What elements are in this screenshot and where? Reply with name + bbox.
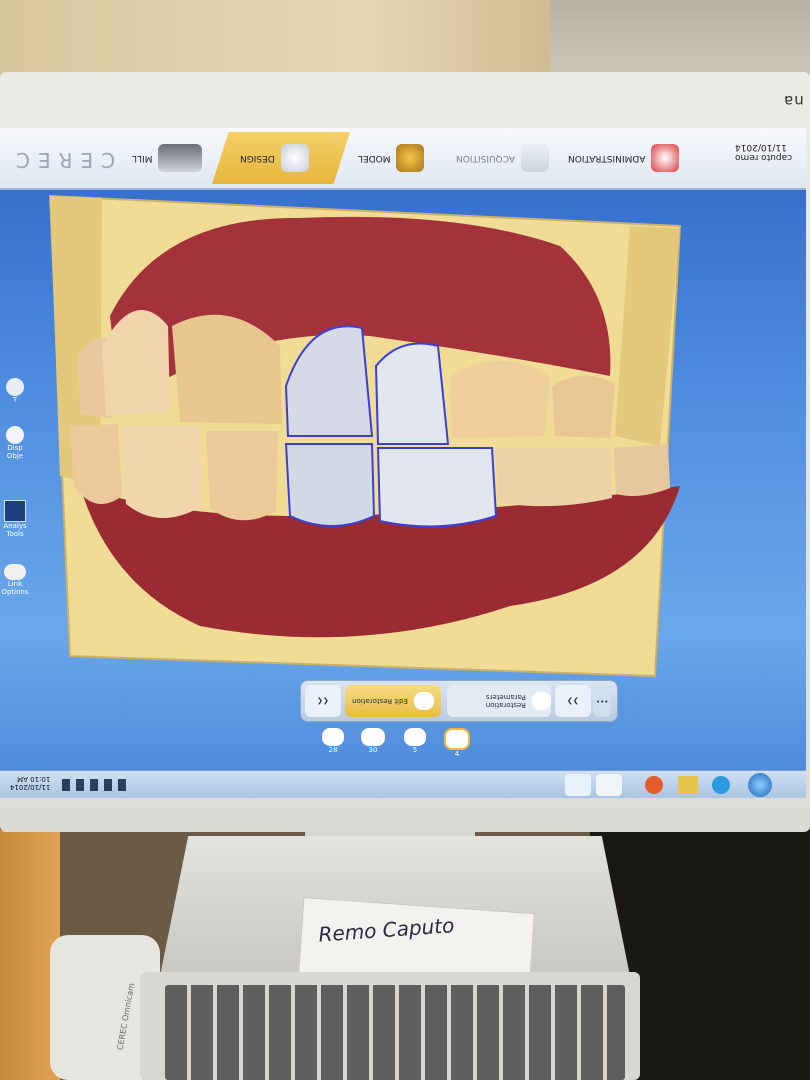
display-objects-icon — [6, 426, 24, 444]
restored-crown — [284, 443, 376, 527]
nav-step-design[interactable]: DESIGN — [240, 136, 309, 180]
cerec-logo: CEREC — [8, 148, 116, 172]
clock-date: 11/10/2014 — [10, 783, 51, 791]
tooth-icon — [444, 728, 470, 750]
sidebar-item-analysis-tools[interactable]: Analys Tools — [0, 500, 30, 538]
clock-time: 10:10 AM — [17, 775, 51, 783]
tooth-5[interactable]: 5 — [400, 728, 430, 762]
dental-3d-model[interactable] — [40, 186, 690, 686]
sidebar-item-display-objects[interactable]: Disp Obje — [0, 426, 30, 460]
natural-tooth — [122, 426, 202, 519]
note-text: Remo Caputo — [317, 913, 456, 947]
tooth-icon — [404, 728, 426, 746]
more-button[interactable]: ••• — [593, 685, 611, 717]
jaw-administration-icon — [651, 144, 680, 172]
previous-step-button[interactable]: ❯❯ — [555, 685, 591, 717]
nav-label-mill: MILL — [132, 153, 153, 163]
tooth-number: 4 — [454, 750, 460, 758]
model-icon — [396, 144, 425, 172]
restored-crown — [376, 447, 498, 528]
design-toolbar: ❮❮ Edit Restoration Restoration Paramete… — [300, 680, 618, 722]
system-clock[interactable]: 11/10/2014 10:10 AM — [10, 775, 50, 791]
double-chevron-right-icon: ❮❮ — [317, 697, 329, 705]
next-step-button[interactable]: ❮❮ — [305, 685, 341, 717]
tooth-number: 5 — [412, 746, 418, 754]
nav-step-acquisition[interactable]: ACQUISITION — [456, 136, 549, 180]
restored-crown — [374, 342, 450, 445]
nav-label-model: MODEL — [358, 153, 391, 163]
monitor-brand: na — [783, 92, 804, 110]
tooth-number: 30 — [368, 746, 378, 754]
keyboard-keys[interactable] — [165, 985, 625, 1080]
restoration-parameters-label: Restoration Parameters — [485, 693, 526, 709]
natural-tooth — [614, 444, 670, 496]
nav-step-administration[interactable]: ADMINISTRATION — [568, 136, 680, 180]
tooth-28[interactable]: 28 — [318, 728, 348, 762]
sidebar-label: Disp Obje — [6, 444, 24, 460]
crown-icon — [531, 692, 551, 710]
edit-restoration-label: Edit Restoration — [352, 697, 408, 705]
sidebar-label: Link Options — [1, 580, 29, 596]
tooth-selector: 28 30 5 4 — [310, 728, 480, 768]
tooth-30[interactable]: 30 — [358, 728, 388, 762]
natural-tooth — [206, 431, 278, 521]
tooth-icon — [322, 728, 344, 746]
patient-info: 11/10/2014 caputo remo — [735, 142, 792, 162]
camera-acquisition-icon — [520, 144, 549, 172]
nav-label-acquisition: ACQUISITION — [456, 153, 515, 163]
sidebar-label: T — [12, 396, 18, 404]
nav-step-mill[interactable]: MILL — [132, 136, 203, 180]
natural-tooth — [450, 361, 550, 438]
nav-label-design: DESIGN — [240, 153, 275, 163]
taskbar-app-icon[interactable] — [565, 774, 591, 796]
workflow-bar: CEREC MILL DESIGN MODEL ACQUISITION ADMI… — [0, 128, 806, 190]
patient-name: caputo remo — [734, 152, 792, 162]
sidebar-circle-icon — [6, 378, 24, 396]
mill-machine-icon — [158, 144, 203, 172]
analysis-tools-icon — [4, 500, 26, 522]
patient-date: 11/10/2014 — [734, 142, 787, 152]
natural-tooth — [552, 375, 615, 438]
sidebar-item-t[interactable]: T — [0, 378, 30, 404]
link-options-icon — [4, 564, 26, 580]
taskbar-app-icon[interactable] — [645, 776, 663, 794]
screen: CEREC MILL DESIGN MODEL ACQUISITION ADMI… — [0, 128, 806, 798]
more-icon: ••• — [595, 697, 609, 705]
tooth-4-selected[interactable]: 4 — [442, 728, 472, 762]
taskbar-app-icon[interactable] — [596, 774, 622, 796]
sidebar-label: Analys Tools — [3, 522, 27, 538]
tooth-icon — [361, 728, 385, 746]
start-button[interactable] — [748, 773, 772, 797]
nav-step-model[interactable]: MODEL — [358, 136, 425, 180]
edit-restoration-button[interactable]: Edit Restoration — [345, 685, 441, 717]
double-chevron-left-icon: ❯❯ — [567, 697, 579, 705]
nav-label-administration: ADMINISTRATION — [568, 153, 646, 163]
restoration-parameters-button[interactable]: Restoration Parameters — [447, 685, 551, 717]
taskbar-app-icon[interactable] — [712, 776, 730, 794]
sidebar-item-link-options[interactable]: Link Options — [0, 564, 30, 596]
tray-icons[interactable] — [62, 779, 132, 791]
tooth-number: 28 — [328, 746, 338, 754]
natural-tooth — [496, 448, 612, 507]
windows-taskbar: 11/10/2014 10:10 AM — [0, 770, 806, 798]
taskbar-app-icon[interactable] — [678, 776, 698, 794]
design-crown-icon — [280, 144, 309, 172]
crown-icon — [413, 692, 434, 710]
